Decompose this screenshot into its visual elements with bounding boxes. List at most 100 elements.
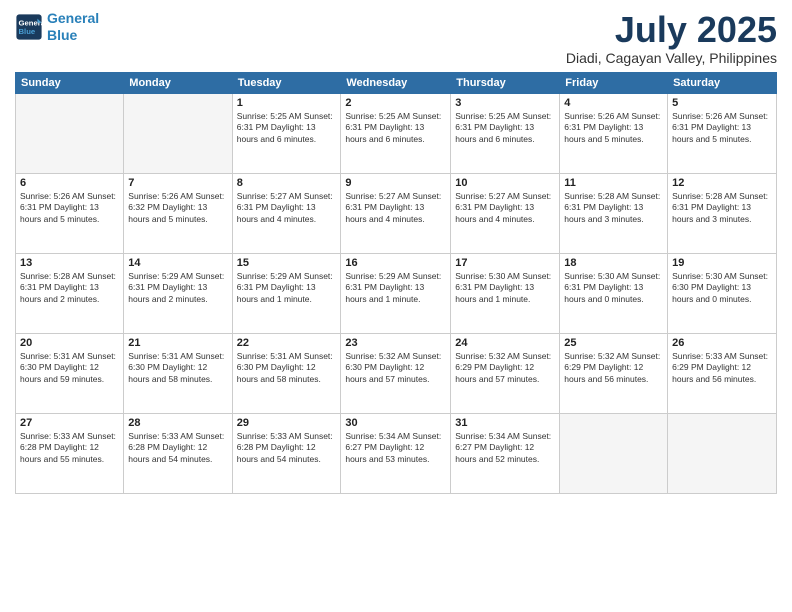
day-info: Sunrise: 5:30 AM Sunset: 6:31 PM Dayligh… — [564, 271, 663, 307]
day-number: 12 — [672, 177, 772, 189]
day-number: 19 — [672, 257, 772, 269]
day-info: Sunrise: 5:29 AM Sunset: 6:31 PM Dayligh… — [128, 271, 227, 307]
calendar-week-1: 1 Sunrise: 5:25 AM Sunset: 6:31 PM Daylig… — [16, 93, 777, 173]
day-info: Sunrise: 5:28 AM Sunset: 6:31 PM Dayligh… — [564, 191, 663, 227]
calendar-cell — [16, 93, 124, 173]
title-block: July 2025 Diadi, Cagayan Valley, Philipp… — [566, 10, 777, 66]
day-number: 4 — [564, 97, 663, 109]
calendar: Sunday Monday Tuesday Wednesday Thursday… — [15, 72, 777, 494]
day-info: Sunrise: 5:32 AM Sunset: 6:29 PM Dayligh… — [455, 351, 555, 387]
day-number: 1 — [237, 97, 337, 109]
day-number: 8 — [237, 177, 337, 189]
location: Diadi, Cagayan Valley, Philippines — [566, 50, 777, 66]
month-title: July 2025 — [566, 10, 777, 50]
day-info: Sunrise: 5:25 AM Sunset: 6:31 PM Dayligh… — [237, 111, 337, 147]
logo-line2: Blue — [47, 27, 77, 43]
calendar-cell: 31 Sunrise: 5:34 AM Sunset: 6:27 PM Dayli… — [451, 413, 560, 493]
calendar-cell: 18 Sunrise: 5:30 AM Sunset: 6:31 PM Dayli… — [560, 253, 668, 333]
calendar-cell: 28 Sunrise: 5:33 AM Sunset: 6:28 PM Dayli… — [124, 413, 232, 493]
svg-text:General: General — [19, 18, 44, 27]
day-info: Sunrise: 5:29 AM Sunset: 6:31 PM Dayligh… — [345, 271, 446, 307]
day-number: 5 — [672, 97, 772, 109]
day-info: Sunrise: 5:30 AM Sunset: 6:31 PM Dayligh… — [455, 271, 555, 307]
calendar-cell: 29Sunrise: 5:33 AM Sunset: 6:28 PM Dayli… — [232, 413, 341, 493]
calendar-cell: 5Sunrise: 5:26 AM Sunset: 6:31 PM Daylig… — [668, 93, 777, 173]
calendar-cell: 26 Sunrise: 5:33 AM Sunset: 6:29 PM Dayli… — [668, 333, 777, 413]
logo-line1: General — [47, 10, 99, 26]
calendar-cell: 23 Sunrise: 5:32 AM Sunset: 6:30 PM Dayli… — [341, 333, 451, 413]
logo: General Blue General Blue — [15, 10, 99, 44]
day-info: Sunrise: 5:30 AM Sunset: 6:30 PM Dayligh… — [672, 271, 772, 307]
day-number: 14 — [128, 257, 227, 269]
day-number: 13 — [20, 257, 119, 269]
day-info: Sunrise: 5:34 AM Sunset: 6:27 PM Dayligh… — [455, 431, 555, 467]
header-saturday: Saturday — [668, 72, 777, 93]
day-info: Sunrise: 5:27 AM Sunset: 6:31 PM Dayligh… — [455, 191, 555, 227]
day-number: 21 — [128, 337, 227, 349]
day-info: Sunrise: 5:27 AM Sunset: 6:31 PM Dayligh… — [345, 191, 446, 227]
calendar-cell: 2 Sunrise: 5:25 AM Sunset: 6:31 PM Daylig… — [341, 93, 451, 173]
day-number: 24 — [455, 337, 555, 349]
page-header: General Blue General Blue July 2025 Diad… — [15, 10, 777, 66]
calendar-cell: 12 Sunrise: 5:28 AM Sunset: 6:31 PM Dayli… — [668, 173, 777, 253]
calendar-week-5: 27 Sunrise: 5:33 AM Sunset: 6:28 PM Dayli… — [16, 413, 777, 493]
calendar-cell: 8Sunrise: 5:27 AM Sunset: 6:31 PM Daylig… — [232, 173, 341, 253]
day-info: Sunrise: 5:33 AM Sunset: 6:29 PM Dayligh… — [672, 351, 772, 387]
day-info: Sunrise: 5:26 AM Sunset: 6:31 PM Dayligh… — [20, 191, 119, 227]
calendar-cell: 7Sunrise: 5:26 AM Sunset: 6:32 PM Daylig… — [124, 173, 232, 253]
calendar-cell: 20Sunrise: 5:31 AM Sunset: 6:30 PM Dayli… — [16, 333, 124, 413]
svg-text:Blue: Blue — [19, 27, 36, 36]
calendar-cell: 14 Sunrise: 5:29 AM Sunset: 6:31 PM Dayli… — [124, 253, 232, 333]
calendar-cell: 22Sunrise: 5:31 AM Sunset: 6:30 PM Dayli… — [232, 333, 341, 413]
calendar-cell — [668, 413, 777, 493]
day-info: Sunrise: 5:31 AM Sunset: 6:30 PM Dayligh… — [128, 351, 227, 387]
day-number: 30 — [345, 417, 446, 429]
day-info: Sunrise: 5:26 AM Sunset: 6:32 PM Dayligh… — [128, 191, 227, 227]
day-info: Sunrise: 5:31 AM Sunset: 6:30 PM Dayligh… — [20, 351, 119, 387]
header-friday: Friday — [560, 72, 668, 93]
day-number: 10 — [455, 177, 555, 189]
day-number: 31 — [455, 417, 555, 429]
day-number: 11 — [564, 177, 663, 189]
day-number: 15 — [237, 257, 337, 269]
header-tuesday: Tuesday — [232, 72, 341, 93]
day-number: 6 — [20, 177, 119, 189]
calendar-cell: 17Sunrise: 5:30 AM Sunset: 6:31 PM Dayli… — [451, 253, 560, 333]
calendar-cell: 27 Sunrise: 5:33 AM Sunset: 6:28 PM Dayli… — [16, 413, 124, 493]
day-number: 2 — [345, 97, 446, 109]
day-number: 26 — [672, 337, 772, 349]
calendar-cell: 3 Sunrise: 5:25 AM Sunset: 6:31 PM Daylig… — [451, 93, 560, 173]
day-info: Sunrise: 5:33 AM Sunset: 6:28 PM Dayligh… — [20, 431, 119, 467]
day-info: Sunrise: 5:34 AM Sunset: 6:27 PM Dayligh… — [345, 431, 446, 467]
day-info: Sunrise: 5:32 AM Sunset: 6:30 PM Dayligh… — [345, 351, 446, 387]
day-number: 28 — [128, 417, 227, 429]
day-number: 18 — [564, 257, 663, 269]
day-info: Sunrise: 5:25 AM Sunset: 6:31 PM Dayligh… — [455, 111, 555, 147]
calendar-cell: 6 Sunrise: 5:26 AM Sunset: 6:31 PM Daylig… — [16, 173, 124, 253]
calendar-cell: 9 Sunrise: 5:27 AM Sunset: 6:31 PM Daylig… — [341, 173, 451, 253]
logo-icon: General Blue — [15, 13, 43, 41]
calendar-cell: 1 Sunrise: 5:25 AM Sunset: 6:31 PM Daylig… — [232, 93, 341, 173]
calendar-cell: 19 Sunrise: 5:30 AM Sunset: 6:30 PM Dayli… — [668, 253, 777, 333]
calendar-cell: 4 Sunrise: 5:26 AM Sunset: 6:31 PM Daylig… — [560, 93, 668, 173]
calendar-cell: 10 Sunrise: 5:27 AM Sunset: 6:31 PM Dayli… — [451, 173, 560, 253]
header-sunday: Sunday — [16, 72, 124, 93]
day-number: 9 — [345, 177, 446, 189]
calendar-cell: 11 Sunrise: 5:28 AM Sunset: 6:31 PM Dayli… — [560, 173, 668, 253]
day-info: Sunrise: 5:26 AM Sunset: 6:31 PM Dayligh… — [564, 111, 663, 147]
calendar-week-4: 20Sunrise: 5:31 AM Sunset: 6:30 PM Dayli… — [16, 333, 777, 413]
day-number: 3 — [455, 97, 555, 109]
header-monday: Monday — [124, 72, 232, 93]
day-info: Sunrise: 5:32 AM Sunset: 6:29 PM Dayligh… — [564, 351, 663, 387]
header-wednesday: Wednesday — [341, 72, 451, 93]
calendar-cell: 25Sunrise: 5:32 AM Sunset: 6:29 PM Dayli… — [560, 333, 668, 413]
day-info: Sunrise: 5:28 AM Sunset: 6:31 PM Dayligh… — [672, 191, 772, 227]
calendar-header-row: Sunday Monday Tuesday Wednesday Thursday… — [16, 72, 777, 93]
day-number: 27 — [20, 417, 119, 429]
day-info: Sunrise: 5:33 AM Sunset: 6:28 PM Dayligh… — [128, 431, 227, 467]
day-number: 16 — [345, 257, 446, 269]
day-info: Sunrise: 5:29 AM Sunset: 6:31 PM Dayligh… — [237, 271, 337, 307]
calendar-cell — [124, 93, 232, 173]
day-info: Sunrise: 5:25 AM Sunset: 6:31 PM Dayligh… — [345, 111, 446, 147]
day-number: 23 — [345, 337, 446, 349]
